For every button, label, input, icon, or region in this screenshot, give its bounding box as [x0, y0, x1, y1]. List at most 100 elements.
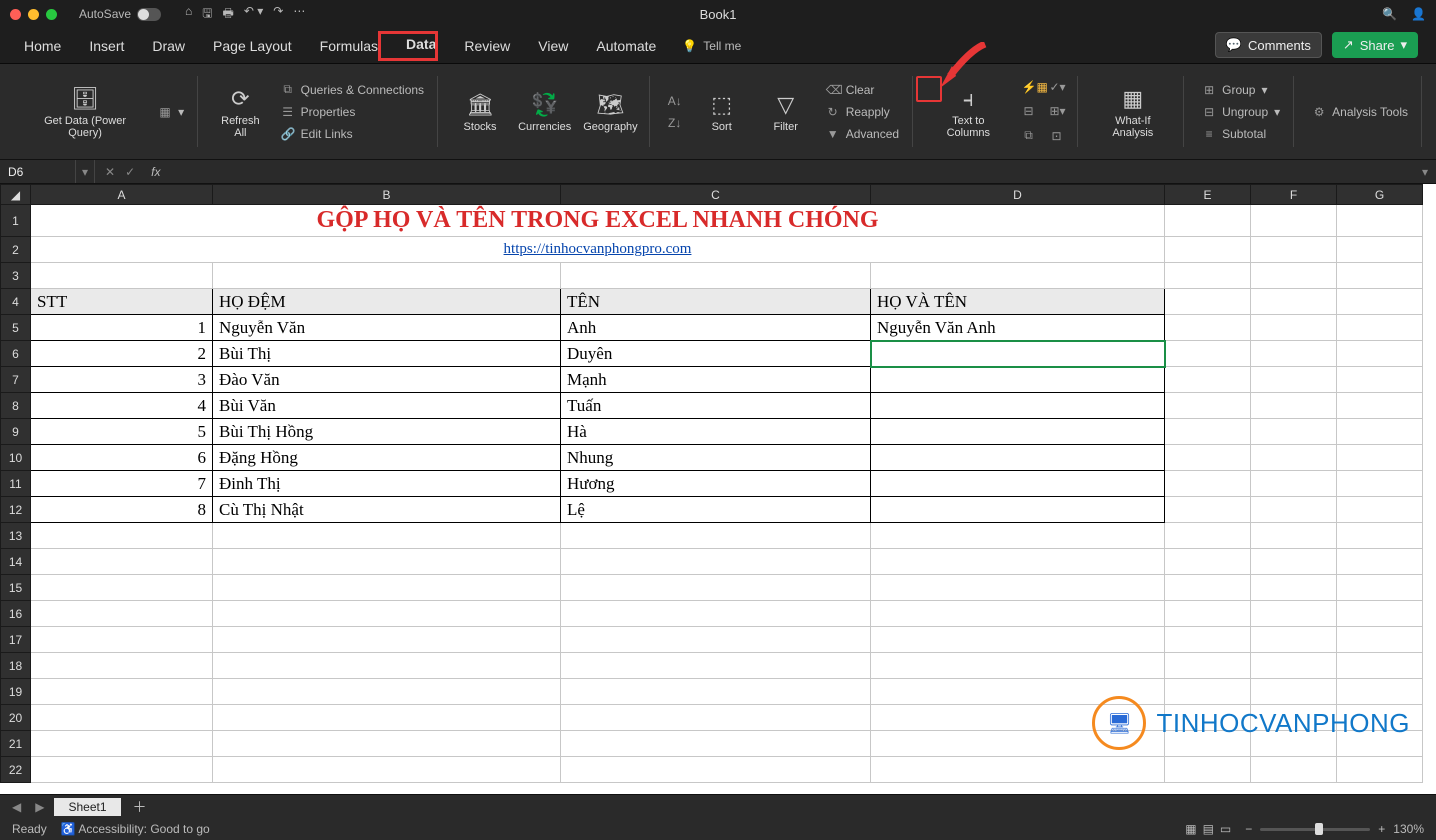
cell[interactable]	[1337, 627, 1423, 653]
normal-view-icon[interactable]: ▦	[1185, 822, 1196, 836]
cell[interactable]: Lệ	[561, 497, 871, 523]
cell[interactable]	[1165, 601, 1251, 627]
cell[interactable]	[1337, 549, 1423, 575]
cell[interactable]: 1	[31, 315, 213, 341]
cell[interactable]: Duyên	[561, 341, 871, 367]
cell[interactable]	[871, 341, 1165, 367]
tab-review[interactable]: Review	[462, 32, 512, 60]
cell[interactable]	[1251, 445, 1337, 471]
flash-fill-button[interactable]: ⚡▦	[1018, 78, 1040, 96]
consolidate-button[interactable]: ⊞▾	[1046, 102, 1068, 120]
cell[interactable]: https://tinhocvanphongpro.com	[31, 237, 1165, 263]
name-box[interactable]: D6	[0, 160, 76, 183]
cell[interactable]	[871, 653, 1165, 679]
queries-button[interactable]: ⧉Queries & Connections	[277, 80, 428, 99]
name-box-dropdown[interactable]: ▾	[76, 160, 95, 183]
cell[interactable]	[1165, 393, 1251, 419]
cell[interactable]	[1251, 263, 1337, 289]
accessibility-status[interactable]: ♿ Accessibility: Good to go	[61, 822, 210, 836]
cell[interactable]	[1165, 549, 1251, 575]
cell[interactable]	[1165, 653, 1251, 679]
clear-button[interactable]: ⌫Clear	[822, 81, 903, 99]
row-header[interactable]: 12	[1, 497, 31, 523]
cell[interactable]	[31, 627, 213, 653]
cell[interactable]	[1251, 289, 1337, 315]
row-header[interactable]: 11	[1, 471, 31, 497]
more-icon[interactable]: ⋯	[293, 4, 305, 25]
cell[interactable]	[871, 393, 1165, 419]
close-window[interactable]	[10, 9, 21, 20]
row-header[interactable]: 21	[1, 731, 31, 757]
cell[interactable]	[561, 601, 871, 627]
row-header[interactable]: 19	[1, 679, 31, 705]
cell[interactable]	[1165, 367, 1251, 393]
cell[interactable]	[1165, 263, 1251, 289]
currencies-button[interactable]: 💱Currencies	[516, 87, 573, 137]
row-header[interactable]: 22	[1, 757, 31, 783]
cell[interactable]	[871, 367, 1165, 393]
cell[interactable]	[1165, 341, 1251, 367]
cell[interactable]	[1337, 601, 1423, 627]
cell[interactable]	[1251, 367, 1337, 393]
tab-home[interactable]: Home	[22, 32, 63, 60]
cell[interactable]	[871, 549, 1165, 575]
cell[interactable]	[1165, 497, 1251, 523]
row-header[interactable]: 5	[1, 315, 31, 341]
add-sheet-button[interactable]: ＋	[127, 797, 153, 817]
zoom-level[interactable]: 130%	[1393, 822, 1424, 836]
cell[interactable]: Đào Văn	[213, 367, 561, 393]
stocks-button[interactable]: 🏛Stocks	[452, 87, 508, 137]
cell[interactable]: 7	[31, 471, 213, 497]
cell[interactable]	[561, 731, 871, 757]
cell[interactable]	[1337, 445, 1423, 471]
cell[interactable]	[1165, 419, 1251, 445]
row-header[interactable]: 1	[1, 205, 31, 237]
cell[interactable]: Hương	[561, 471, 871, 497]
cell[interactable]	[31, 263, 213, 289]
cell[interactable]	[1251, 419, 1337, 445]
cell[interactable]	[1251, 393, 1337, 419]
select-all[interactable]: ◢	[1, 185, 31, 205]
text-to-columns-button[interactable]: ⫞Text to Columns	[927, 81, 1009, 143]
sheet-prev[interactable]: ◀	[8, 800, 25, 814]
cell[interactable]	[1337, 653, 1423, 679]
undo-icon[interactable]: ↶ ▾	[244, 4, 263, 25]
get-data-button[interactable]: 🗄Get Data (Power Query)	[24, 81, 146, 143]
cell[interactable]	[213, 757, 561, 783]
cell[interactable]	[213, 549, 561, 575]
cell[interactable]	[871, 471, 1165, 497]
row-header[interactable]: 9	[1, 419, 31, 445]
row-header[interactable]: 18	[1, 653, 31, 679]
cell[interactable]	[1337, 341, 1423, 367]
cell[interactable]	[871, 445, 1165, 471]
maximize-window[interactable]	[46, 9, 57, 20]
cell[interactable]: 2	[31, 341, 213, 367]
cell[interactable]	[31, 757, 213, 783]
cell[interactable]	[31, 601, 213, 627]
sheet-tab-1[interactable]: Sheet1	[54, 798, 120, 816]
expand-formula-bar[interactable]: ▾	[1414, 165, 1436, 179]
cell[interactable]	[1251, 601, 1337, 627]
cell[interactable]	[213, 601, 561, 627]
cell[interactable]: Bùi Thị Hồng	[213, 419, 561, 445]
cell[interactable]	[561, 679, 871, 705]
cell[interactable]	[31, 653, 213, 679]
cell[interactable]: Nguyễn Văn Anh	[871, 315, 1165, 341]
cell[interactable]	[1251, 315, 1337, 341]
cell[interactable]	[871, 263, 1165, 289]
cell[interactable]: 4	[31, 393, 213, 419]
sort-desc-button[interactable]: Z↓	[664, 114, 686, 132]
cell[interactable]	[1337, 205, 1423, 237]
cell[interactable]	[1165, 445, 1251, 471]
ungroup-button[interactable]: ⊟Ungroup ▾	[1198, 103, 1284, 121]
autosave-toggle[interactable]: AutoSave	[79, 7, 161, 21]
cell[interactable]	[31, 575, 213, 601]
cell[interactable]	[1165, 627, 1251, 653]
cell[interactable]	[1251, 549, 1337, 575]
whatif-button[interactable]: ▦What-If Analysis	[1092, 81, 1175, 143]
cell[interactable]	[213, 627, 561, 653]
cell[interactable]	[1251, 575, 1337, 601]
cell[interactable]	[561, 549, 871, 575]
cell[interactable]	[1251, 523, 1337, 549]
row-header[interactable]: 10	[1, 445, 31, 471]
